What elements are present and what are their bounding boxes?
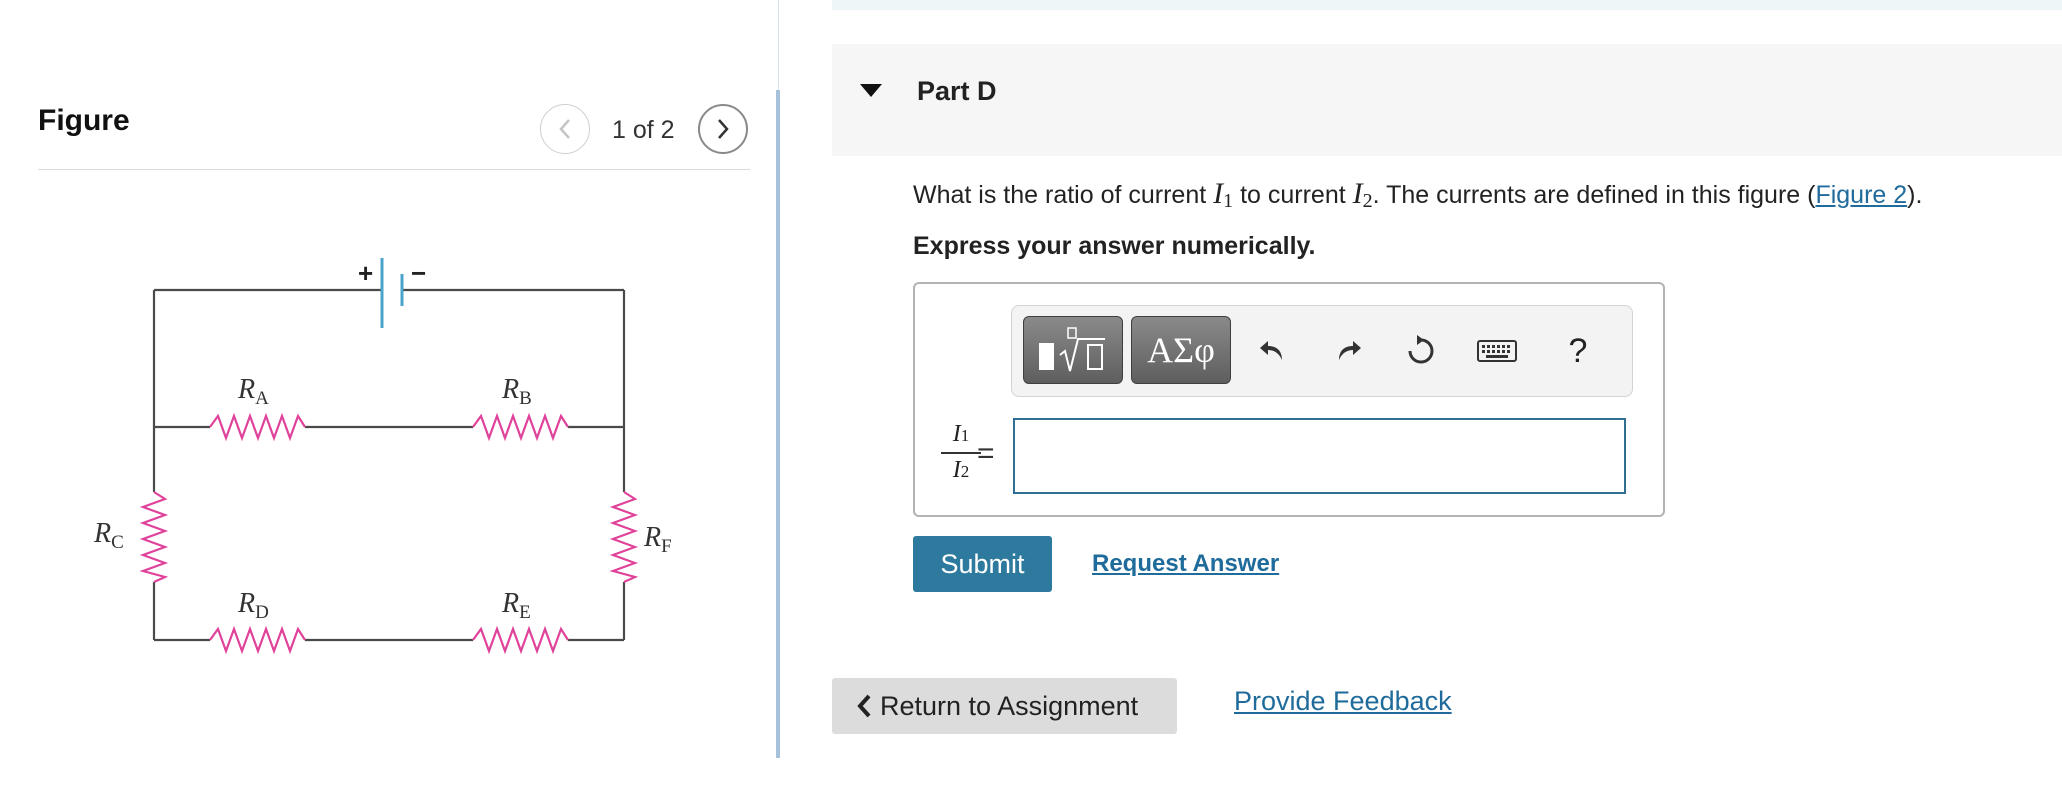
fraction-denominator: I2 — [952, 456, 970, 483]
label-rb: RB — [501, 374, 532, 409]
resistor-c — [139, 491, 169, 584]
next-figure-button[interactable] — [698, 104, 748, 154]
battery-plus-sign: + — [358, 258, 373, 288]
math-toolbar: ΑΣφ ? — [1011, 305, 1633, 397]
templates-icon — [1039, 327, 1105, 372]
current-i1: I1 — [1213, 177, 1234, 212]
figure-pager: 1 of 2 — [540, 104, 760, 158]
part-title: Part D — [917, 76, 997, 106]
label-rf: RF — [643, 522, 672, 557]
fraction-numerator: I1 — [952, 421, 970, 447]
redo-icon — [1339, 341, 1361, 360]
figure-2-link[interactable]: Figure 2 — [1815, 181, 1907, 209]
answer-instruction: Express your answer numerically. — [913, 232, 1316, 260]
answer-box: ΑΣφ ? I1 I2 = — [913, 282, 1665, 517]
figure-divider — [38, 169, 750, 170]
fraction-bar — [941, 452, 981, 454]
pane-divider[interactable] — [776, 90, 780, 758]
keyboard-icon — [1477, 340, 1517, 362]
keyboard-button[interactable] — [1472, 328, 1522, 374]
greek-letters-button[interactable]: ΑΣφ — [1131, 316, 1231, 384]
label-re: RE — [501, 588, 531, 623]
templates-button[interactable] — [1023, 316, 1123, 384]
figure-count: 1 of 2 — [612, 116, 675, 144]
label-rc: RC — [93, 518, 124, 553]
answer-input[interactable] — [1013, 418, 1626, 494]
figure-panel: Figure 1 of 2 + − RA RB RC RD RE RF — [0, 0, 776, 790]
reset-button[interactable] — [1398, 328, 1444, 374]
caret-down-icon[interactable] — [860, 84, 882, 98]
help-button[interactable]: ? — [1555, 328, 1601, 374]
request-answer-link[interactable]: Request Answer — [1092, 550, 1279, 578]
resistor-e — [472, 625, 569, 655]
label-rd: RD — [237, 588, 269, 623]
help-icon: ? — [1568, 331, 1588, 370]
equals-sign: = — [977, 437, 995, 470]
battery-minus-sign: − — [411, 258, 426, 288]
return-to-assignment-button[interactable]: Return to Assignment — [832, 678, 1177, 734]
figure-title: Figure — [38, 104, 130, 137]
undo-button[interactable] — [1250, 328, 1296, 374]
question-text-segment: What is the ratio of current — [913, 181, 1214, 209]
question-text-segment: ). — [1907, 181, 1923, 209]
submit-button[interactable]: Submit — [913, 536, 1052, 592]
undo-icon — [1260, 341, 1282, 360]
chevron-left-icon — [856, 693, 872, 719]
pane-divider-top — [778, 0, 779, 90]
previous-figure-button[interactable] — [540, 104, 590, 154]
part-header[interactable]: Part D — [832, 44, 2062, 156]
label-ra: RA — [237, 374, 269, 409]
resistor-b — [472, 412, 569, 442]
resistor-a — [209, 412, 306, 442]
chevron-left-icon — [559, 119, 570, 139]
chevron-right-icon — [718, 119, 729, 139]
greek-letters-icon: ΑΣφ — [1147, 330, 1215, 370]
redo-button[interactable] — [1325, 328, 1371, 374]
answer-lhs-fraction: I1 I2 — [941, 419, 981, 487]
reset-icon — [1408, 335, 1434, 364]
circuit-diagram: + − RA RB RC RD RE RF — [93, 258, 672, 655]
question-text-segment: . The currents are defined in this figur… — [1372, 181, 1816, 209]
return-label: Return to Assignment — [880, 690, 1139, 721]
current-i2: I2 — [1352, 177, 1373, 212]
top-strip — [832, 0, 2062, 10]
resistor-d — [209, 625, 306, 655]
question-text-segment: to current — [1233, 181, 1353, 209]
resistor-f — [609, 491, 639, 584]
provide-feedback-link[interactable]: Provide Feedback — [1234, 686, 1452, 717]
question-text: What is the ratio of current I1 to curre… — [913, 177, 1923, 212]
